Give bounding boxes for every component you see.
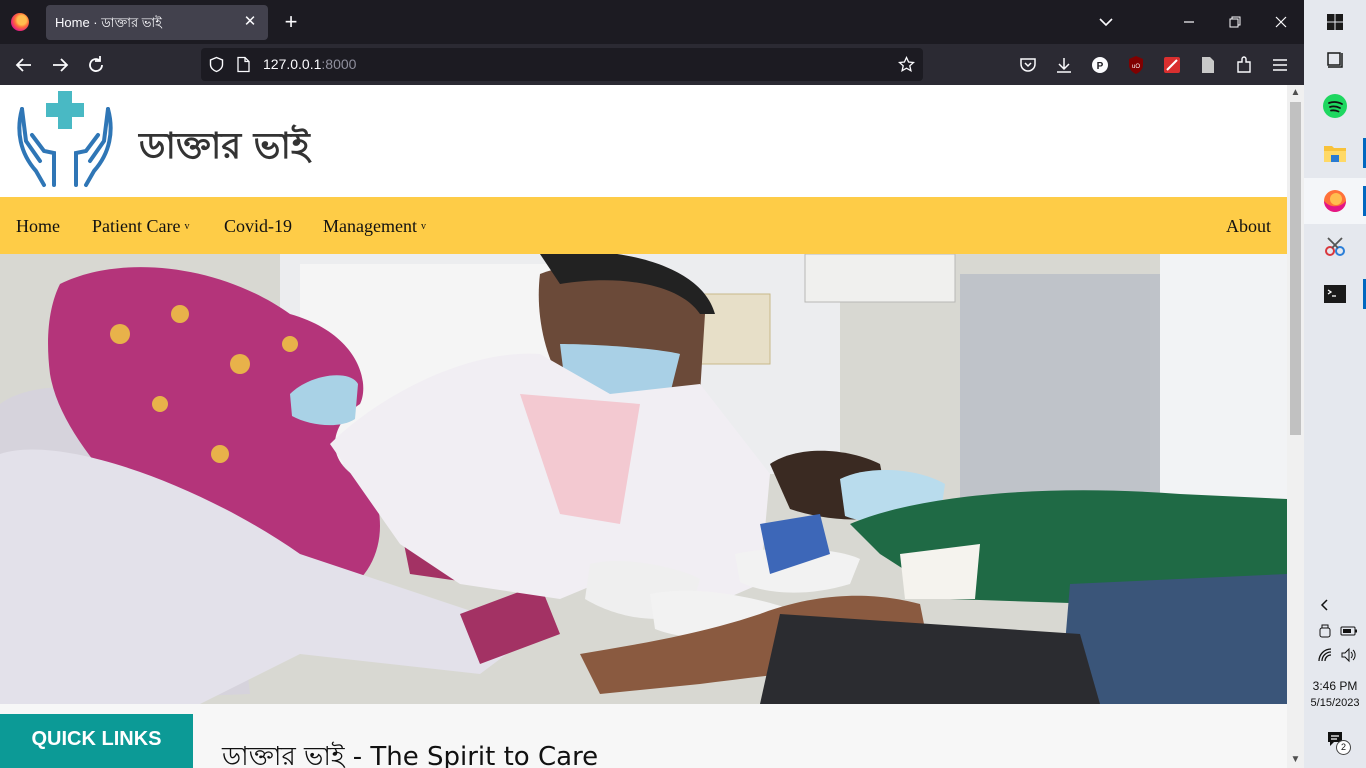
menu-item-about[interactable]: About [1226,216,1271,237]
list-all-tabs-icon[interactable] [1094,11,1118,33]
spotify-icon[interactable] [1321,92,1349,120]
quick-links-panel: QUICK LINKS [0,714,193,768]
widgets-icon[interactable] [1321,46,1349,74]
windows-start-icon[interactable] [1321,8,1349,36]
dropdown-caret-icon: v [184,221,190,232]
firefox-window: Home · ডাক্তার ভাই ✕ + 127.0.0.1:8000 P … [0,0,1304,768]
windows-taskbar: 3:46 PM 5/15/2023 2 [1304,0,1366,768]
usb-device-icon[interactable] [1317,623,1333,639]
menu-label: Patient Care [92,216,181,236]
url-text[interactable]: 127.0.0.1:8000 [263,56,356,72]
url-host: 127.0.0.1 [263,56,322,72]
url-port: :8000 [321,56,357,72]
hamburger-menu-icon[interactable] [1270,55,1290,75]
svg-text:uO: uO [1132,64,1140,70]
clock-date[interactable]: 5/15/2023 [1304,697,1366,709]
firefox-icon[interactable] [11,13,29,31]
site-header: ডাক্তার ভাই [0,85,1287,197]
firefox-taskbar-icon[interactable] [1321,187,1349,215]
tagline-heading: ডাক্তার ভাই - The Spirit to Care [222,742,599,768]
battery-icon[interactable] [1340,623,1358,639]
menu-label: About [1226,216,1271,236]
menu-label: Management [323,216,417,236]
extensions-icon[interactable] [1234,55,1254,75]
menu-item-covid-19[interactable]: Covid-19 [224,216,292,237]
reader-extension-icon[interactable] [1198,55,1218,75]
color-picker-extension-icon[interactable] [1162,55,1182,75]
scroll-thumb[interactable] [1290,102,1301,435]
logo-hands-cross-icon[interactable] [14,91,116,191]
clock-time[interactable]: 3:46 PM [1304,679,1366,693]
shield-icon[interactable] [208,56,225,73]
close-window-icon[interactable] [1269,11,1293,33]
download-icon[interactable] [1054,55,1074,75]
main-menu: Home Patient Care v Covid-19 Management v … [0,197,1287,254]
menu-item-patient-care[interactable]: Patient Care v [92,216,189,237]
navigation-toolbar: 127.0.0.1:8000 P uO [0,44,1304,85]
new-tab-button[interactable]: + [279,10,303,34]
snipping-tool-icon[interactable] [1321,233,1349,261]
content-section: QUICK LINKS ডাক্তার ভাই - The Spirit to … [0,704,1287,768]
forward-icon[interactable] [48,53,72,77]
notification-count-badge: 2 [1336,740,1351,755]
scroll-up-arrow-icon[interactable]: ▲ [1290,87,1301,99]
page-scrollbar[interactable]: ▲ ▼ [1287,85,1304,768]
dropdown-caret-icon: v [420,221,426,232]
terminal-icon[interactable] [1321,280,1349,308]
site-name[interactable]: ডাক্তার ভাই [139,119,310,179]
tab-title: Home · ডাক্তার ভাই [55,15,162,30]
hero-image [0,254,1287,704]
reload-icon[interactable] [84,53,108,77]
page-viewport: ডাক্তার ভাই Home Patient Care v Covid-19 … [0,85,1287,768]
ublock-origin-icon[interactable]: uO [1126,55,1146,75]
restore-icon[interactable] [1223,11,1247,33]
tab-strip: Home · ডাক্তার ভাই ✕ + [0,0,1304,44]
quick-links-heading: QUICK LINKS [31,728,162,750]
minimize-icon[interactable] [1177,11,1201,33]
scroll-down-arrow-icon[interactable]: ▼ [1290,754,1301,766]
page-icon[interactable] [236,56,251,73]
tab-close-icon[interactable]: ✕ [240,12,260,32]
svg-text:P: P [1097,61,1104,72]
pocket-icon[interactable] [1018,55,1038,75]
file-explorer-icon[interactable] [1321,139,1349,167]
menu-item-management[interactable]: Management v [323,216,426,237]
show-hidden-icons-chevron-icon[interactable] [1317,597,1333,613]
menu-item-home[interactable]: Home [16,216,60,237]
tab-home[interactable]: Home · ডাক্তার ভাই ✕ [46,5,268,40]
wifi-icon[interactable] [1317,647,1333,663]
url-bar[interactable]: 127.0.0.1:8000 [201,48,923,81]
back-icon[interactable] [12,53,36,77]
menu-label: Covid-19 [224,216,293,236]
bookmark-star-icon[interactable] [898,56,915,73]
hero-photo [0,254,1287,704]
menu-label: Home [16,216,60,236]
extension-p-icon[interactable]: P [1090,55,1110,75]
volume-icon[interactable] [1340,647,1358,663]
